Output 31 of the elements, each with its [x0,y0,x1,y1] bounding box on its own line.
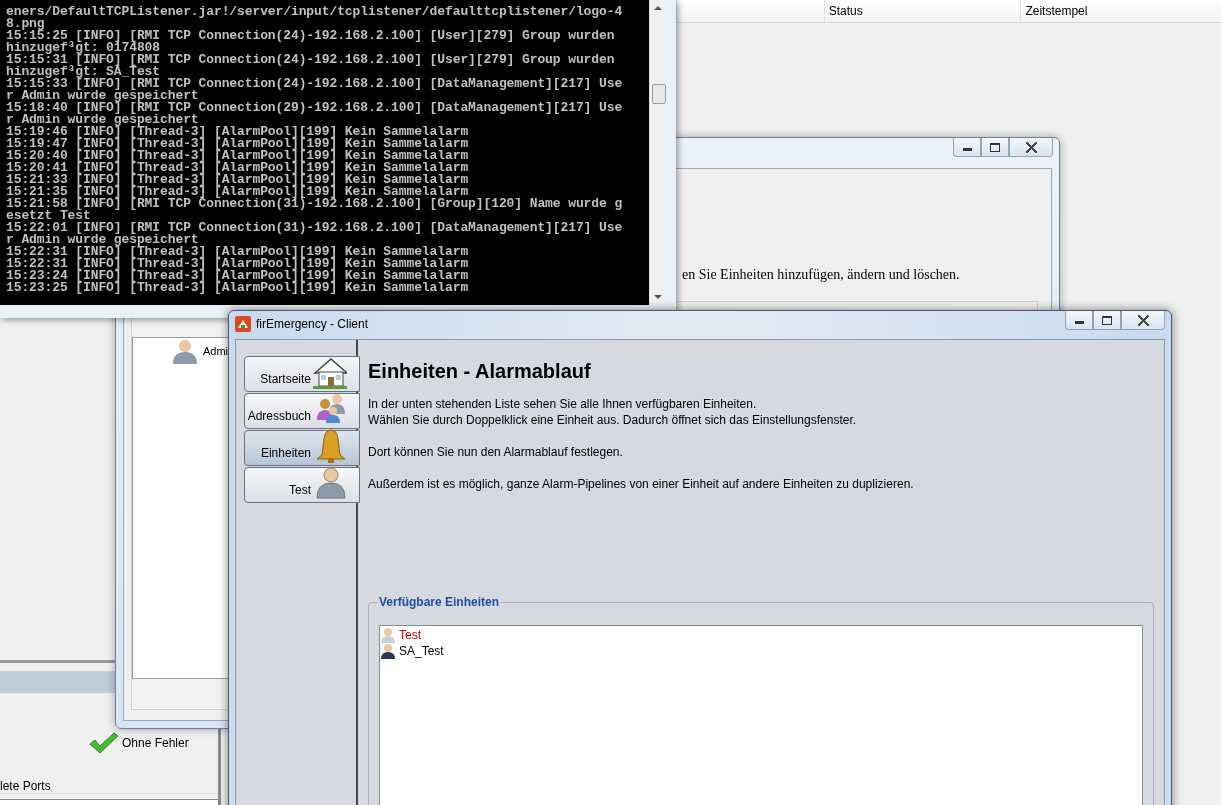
nav-tab[interactable]: Adressbuch [244,393,360,429]
section-label: lete Ports [0,779,51,793]
nav-tab[interactable]: Startseite [244,356,360,392]
info-text: In der unten stehenden Liste sehen Sie alle Ihnen verfügbaren Einheiten. Wählen Sie durch Doppelklick eine Einheit aus. Dadurch öffnet sich das Einstellungsfenster. [368,396,858,428]
minimize-button[interactable] [953,138,981,157]
unit-item[interactable]: Test [399,628,421,642]
console-output: eners/DefaultTCPListener.jar!/server/input/tcplistener/defaulttcplistener/logo-4 8.png 15:15:25 [INFO] [RMI TCP Connection(24)-192.168.2.100] [User][279] Group wurden hinzugef³gt: 0174808 15:15:31 [INFO] [RMI TCP Connection(24)-192.168.2.100] [User][279] Group wurden hinzugef³gt: SA_Test 15:15:33 [INFO] [RMI TCP Connection(24)-192.168.2.100] [DataManagement][217] Use r Admin wurde gespeichert 15:18:40 [INFO] [RMI TCP Connection(29)-192.168.2.100] [DataManagement][217] Use r Admin wurde gespeichert 15:19:46 [INFO] [Thread-3] [AlarmPool][199] Kein Sammelalarm 15:19:47 [INFO] [Thread-3] [AlarmPool][199] Kein Sammelalarm 15:20:40 [INFO] [Thread-3] [AlarmPool][199] Kein Sammelalarm 15:20:41 [INFO] [Thread-3] [AlarmPool][199] Kein Sammelalarm 15:21:33 [INFO] [Thread-3] [AlarmPool][199] Kein Sammelalarm 15:21:35 [INFO] [Thread-3] [AlarmPool][199] Kein Sammelalarm 15:21:58 [INFO] [RMI TCP Connection(31)-192.168.2.100] [Group][120] Name wurde g esetzt Test 15:22:01 [INFO] [RMI TCP Connection(31)-192.168.2.100] [DataManagement][217] Use r Admin wurde gespeichert 15:22:31 [INFO] [Thread-3] [AlarmPool][199] Kein Sammelalarm 15:22:31 [INFO] [Thread-3] [AlarmPool][199] Kein Sammelalarm 15:23:24 [INFO] [Thread-3] [AlarmPool][199] Kein Sammelalarm 15:23:25 [INFO] [Thread-3] [AlarmPool][199] Kein Sammelalarm [0,0,649,305]
column-header[interactable]: Status [823,0,1021,22]
nav-tab[interactable]: Test [244,467,360,503]
nav-tab[interactable]: Einheiten [244,430,360,466]
column-header[interactable]: Zeitstempel [1020,0,1221,22]
user-icon [380,627,396,643]
window-title: firEmergency - Client [256,317,369,331]
scrollbar[interactable] [649,0,667,305]
user-icon [171,338,199,364]
user-name[interactable]: Admi [203,345,229,357]
check-icon [88,731,120,755]
close-button[interactable] [1121,311,1165,330]
group-title: Verfügbare Einheiten [377,595,502,609]
minimize-button[interactable] [1065,311,1093,330]
info-text: Außerdem ist es möglich, ganze Alarm-Pipelines von einer Einheit auf andere Einheiten zu duplizieren. [368,476,915,492]
close-button[interactable] [1009,138,1053,157]
description-text: en Sie Einheiten hinzufügen, ändern und löschen. [682,267,960,282]
maximize-button[interactable] [1093,311,1121,330]
info-text: Dort können Sie nun den Alarmablauf festlegen. [368,444,624,460]
app-logo-icon [235,316,251,332]
page-heading: Einheiten - Alarmablauf [368,360,592,383]
unit-item[interactable]: SA_Test [399,644,444,658]
status-text: Ohne Fehler [122,736,189,750]
maximize-button[interactable] [981,138,1009,157]
user-icon [380,643,396,659]
